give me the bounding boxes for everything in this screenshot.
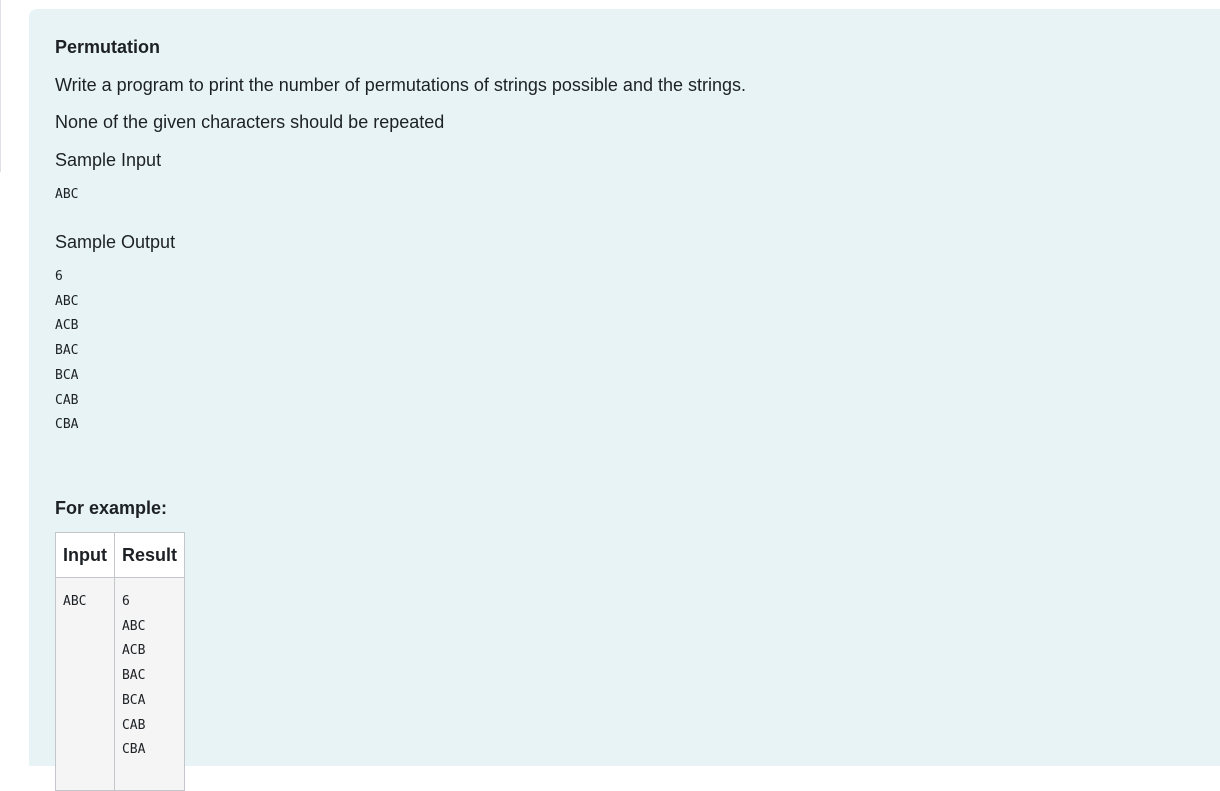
examples-table: Input Result ABC 6 ABC ACB BAC BCA CAB C… (55, 532, 186, 791)
sample-input-heading: Sample Input (55, 150, 162, 170)
table-row: ABC 6 ABC ACB BAC BCA CAB CBA (55, 577, 186, 791)
question-title: Permutation (55, 37, 161, 57)
input-column-header: Input (55, 532, 115, 578)
sample-output-heading: Sample Output (55, 232, 176, 252)
examples-header-row: Input Result (55, 532, 186, 578)
for-example-heading: For example: (55, 498, 168, 518)
sample-input-code: ABC (55, 187, 79, 202)
question-text-panel: Permutation Write a program to print the… (29, 9, 1220, 791)
result-cell-text: 6 ABC ACB BAC BCA CAB CBA (121, 594, 146, 758)
input-cell-text: ABC (63, 594, 87, 609)
result-column-header: Result (113, 532, 186, 578)
left-divider (0, 0, 1, 172)
input-cell: ABC (55, 577, 115, 791)
result-cell: 6 ABC ACB BAC BCA CAB CBA (113, 577, 186, 791)
question-description: Write a program to print the number of p… (55, 75, 747, 95)
question-constraint: None of the given characters should be r… (55, 112, 445, 132)
sample-output-code: 6 ABC ACB BAC BCA CAB CBA (55, 269, 79, 433)
